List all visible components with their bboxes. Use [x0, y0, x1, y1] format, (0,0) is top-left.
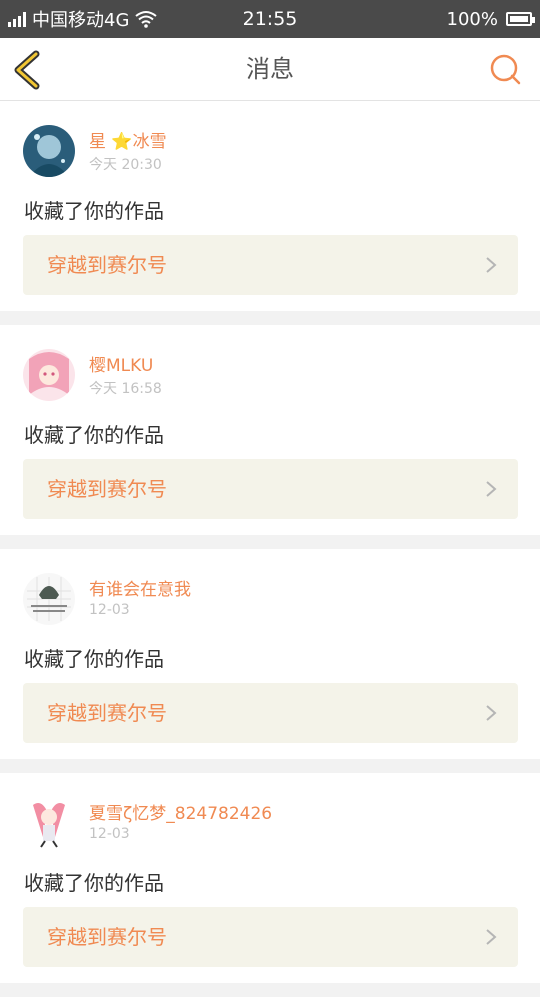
- work-title: 穿越到赛尔号: [47, 253, 167, 277]
- timestamp: 12-03: [89, 602, 130, 618]
- search-icon[interactable]: [488, 52, 522, 86]
- message-text: 收藏了你的作品: [24, 199, 164, 223]
- message-text: 收藏了你的作品: [24, 423, 164, 447]
- chevron-right-icon: [486, 481, 497, 497]
- work-link[interactable]: 穿越到赛尔号: [23, 907, 518, 967]
- timestamp: 今天 16:58: [89, 381, 162, 397]
- chevron-right-icon: [486, 257, 497, 273]
- message-card: 樱MLKU 今天 16:58 收藏了你的作品 穿越到赛尔号: [0, 325, 540, 535]
- avatar[interactable]: [23, 349, 75, 401]
- timestamp: 今天 20:30: [89, 157, 162, 173]
- message-card: 夏雪ζ忆梦_824782426 12-03 收藏了你的作品 穿越到赛尔号: [0, 773, 540, 983]
- work-title: 穿越到赛尔号: [47, 701, 167, 725]
- username[interactable]: 樱MLKU: [89, 351, 153, 376]
- status-right: 100%: [446, 0, 535, 38]
- status-bar: 中国移动4G 21:55 100%: [0, 0, 540, 38]
- message-card: 有谁会在意我 12-03 收藏了你的作品 穿越到赛尔号: [0, 549, 540, 759]
- work-link[interactable]: 穿越到赛尔号: [23, 459, 518, 519]
- message-list: 星 ⭐冰雪 今天 20:30 收藏了你的作品 穿越到赛尔号 樱MLKU 今天 1…: [0, 101, 540, 997]
- message-text: 收藏了你的作品: [24, 871, 164, 895]
- battery-icon: [506, 12, 535, 26]
- username[interactable]: 夏雪ζ忆梦_824782426: [89, 799, 272, 824]
- avatar[interactable]: [23, 573, 75, 625]
- work-link[interactable]: 穿越到赛尔号: [23, 683, 518, 743]
- message-text: 收藏了你的作品: [24, 647, 164, 671]
- chevron-right-icon: [486, 929, 497, 945]
- timestamp: 12-03: [89, 826, 130, 842]
- work-title: 穿越到赛尔号: [47, 925, 167, 949]
- work-title: 穿越到赛尔号: [47, 477, 167, 501]
- avatar[interactable]: [23, 125, 75, 177]
- page-title: 消息: [246, 55, 294, 83]
- avatar[interactable]: [23, 797, 75, 849]
- battery-label: 100%: [446, 8, 498, 30]
- chevron-right-icon: [486, 705, 497, 721]
- work-link[interactable]: 穿越到赛尔号: [23, 235, 518, 295]
- username[interactable]: 有谁会在意我: [89, 575, 191, 600]
- app-header: 消息: [0, 38, 540, 101]
- message-card: 星 ⭐冰雪 今天 20:30 收藏了你的作品 穿越到赛尔号: [0, 101, 540, 311]
- username[interactable]: 星 ⭐冰雪: [89, 127, 167, 152]
